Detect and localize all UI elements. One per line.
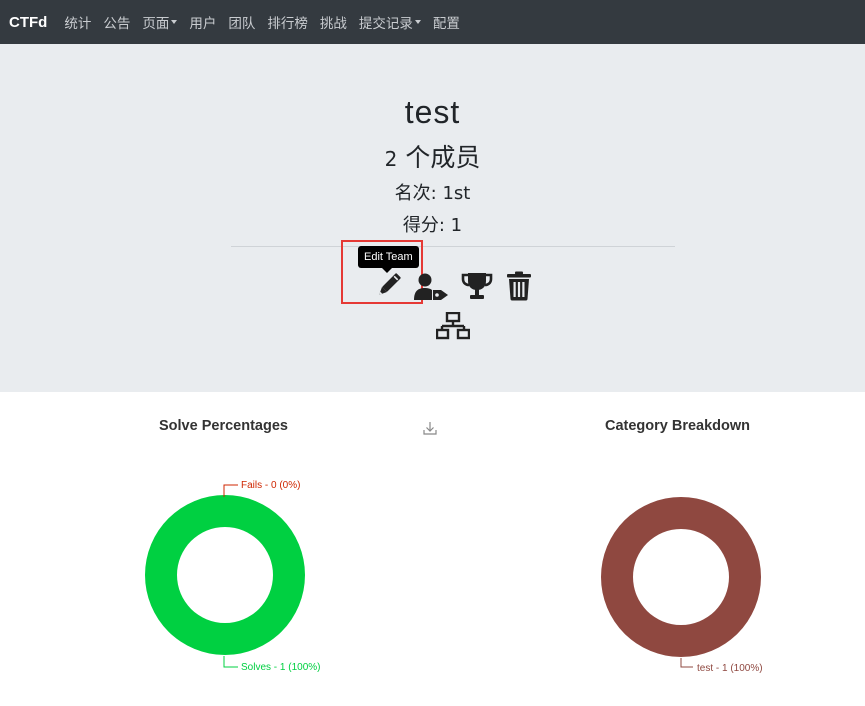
team-score: 得分: 1 [402,215,463,236]
nav-menu: 统计 公告 页面 用户 团队 排行榜 挑战 提交记录 配置 [64,12,472,32]
nav-item-label: 挑战 [319,16,347,32]
nav-item-label: 用户 [189,16,217,32]
nav-item-label: 页面 [142,16,170,32]
edit-team-tooltip: Edit Team [358,246,419,273]
donut-slice-test[interactable] [601,497,761,657]
member-count: 2 个成员 [0,138,865,174]
nav-item[interactable]: 页面 [142,12,178,32]
pencil-icon [379,273,401,295]
brand-logo[interactable]: CTFd [9,14,47,31]
caret-down-icon [414,20,421,24]
label-leader-line [680,658,693,668]
team-members-button[interactable] [414,272,450,306]
nav-item-label: 配置 [432,16,460,32]
solve-percentages-chart: Fails - 0 (0%) Solves - 1 (100%) [145,480,320,673]
trash-icon [507,271,531,301]
nav-item[interactable]: 团队 [228,12,255,32]
team-place: 名次: 1st [394,183,471,204]
team-name: test [404,94,461,130]
delete-team-button[interactable] [506,271,532,305]
user-tag-icon [414,273,448,300]
trophy-icon [461,273,493,299]
nav-item-label: 排行榜 [267,16,308,32]
nav-item[interactable]: 统计 [64,12,91,32]
edit-team-button[interactable] [374,272,402,304]
solve-percentages-title: Solve Percentages [159,418,288,434]
top-navbar: CTFd 统计 公告 页面 用户 团队 排行榜 挑战 提交记录 配置 [0,0,865,44]
donut-label: test - 1 (100%) [697,663,763,674]
download-icon [423,422,437,435]
nav-item[interactable]: 公告 [103,12,130,32]
donut-label: Fails - 0 (0%) [241,480,300,491]
team-header: test 2 个成员 名次: 1st 得分: 1 Edit Team [0,44,865,392]
nav-item[interactable]: 提交记录 [359,12,421,32]
donut-label: Solves - 1 (100%) [241,662,320,673]
team-awards-button[interactable] [461,271,493,305]
nav-item-label: 公告 [103,16,131,32]
download-chart-button[interactable] [422,420,438,440]
member-count-label: 个成员 [405,143,481,172]
nav-item-label: 统计 [64,16,92,32]
nav-item[interactable]: 配置 [433,12,460,32]
label-leader-line [223,656,238,668]
network-icon [435,311,471,340]
nav-item-label: 团队 [228,16,256,32]
nav-item[interactable]: 挑战 [320,12,347,32]
nav-item-label: 提交记录 [358,16,413,32]
category-breakdown-chart: test - 1 (100%) [601,497,763,674]
member-count-number: 2 [384,147,398,171]
nav-item[interactable]: 用户 [189,12,216,32]
category-breakdown-title: Category Breakdown [605,418,751,434]
header-divider [231,246,675,247]
team-network-button[interactable] [435,311,471,344]
caret-down-icon [171,20,178,24]
donut-slice-solves[interactable] [145,495,305,655]
nav-item[interactable]: 排行榜 [267,12,308,32]
